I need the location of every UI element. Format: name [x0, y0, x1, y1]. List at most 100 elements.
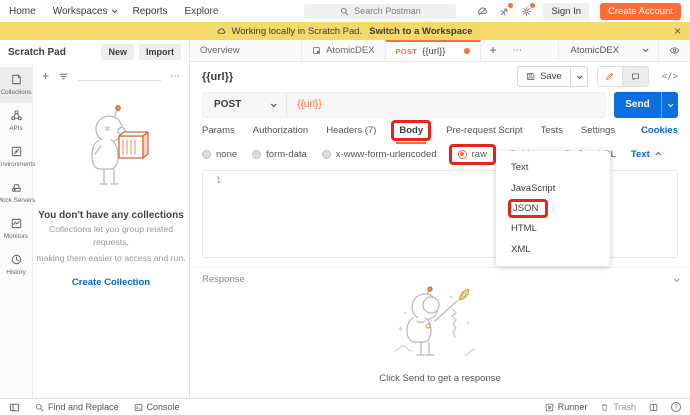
code-snippet-button[interactable]: </> [662, 72, 678, 82]
environment-selector[interactable]: AtomicDEX [559, 40, 658, 61]
new-button[interactable]: New [101, 44, 134, 60]
switch-workspace-link[interactable]: Switch to a Workspace [369, 26, 472, 37]
request-area: Overview AtomicDEX POST {{url}} + ⋯ Atom… [190, 40, 690, 398]
sidebar-item-monitors[interactable]: Monitors [0, 211, 32, 247]
nav-reports[interactable]: Reports [133, 6, 168, 17]
editor-line-number: 1 [216, 176, 221, 186]
sidebar-rail: Collections APIs Environments Mock Serve… [0, 64, 33, 398]
tab-options-button[interactable]: ⋯ [504, 40, 530, 61]
response-section-title: Response [202, 274, 245, 285]
empty-state-text: making them easier to access and run. [33, 252, 189, 265]
nav-workspaces[interactable]: Workspaces [53, 6, 116, 17]
two-pane-view-button[interactable] [649, 403, 658, 412]
runner-button[interactable]: Runner [545, 402, 588, 412]
mode-raw[interactable]: raw [452, 147, 493, 162]
sidebar: Scratch Pad New Import Collections APIs … [0, 40, 190, 398]
chevron-down-icon [111, 7, 117, 13]
banner-text: Working locally in Scratch Pad. [231, 26, 362, 37]
sidebar-item-history[interactable]: History [0, 247, 32, 283]
comments-button[interactable] [623, 67, 648, 86]
add-collection-button[interactable]: + [42, 69, 49, 83]
body-mode-row: none form-data x-www-form-urlencoded raw… [190, 144, 690, 166]
trash-icon [600, 403, 609, 412]
search-icon [340, 7, 349, 16]
tab-params[interactable]: Params [202, 125, 235, 136]
tab-request-active[interactable]: POST {{url}} [386, 40, 482, 61]
capture-requests-button[interactable] [499, 6, 510, 17]
trash-button[interactable]: Trash [600, 402, 636, 412]
help-button[interactable]: ? [671, 402, 681, 412]
pencil-icon [605, 72, 614, 81]
menu-item-text[interactable]: Text [496, 157, 610, 178]
tab-overview[interactable]: Overview [190, 40, 302, 61]
tab-tests[interactable]: Tests [541, 125, 563, 136]
search-input[interactable]: Search Postman [304, 4, 456, 19]
status-bar: Find and Replace Console Runner Trash ? [0, 398, 690, 415]
tab-method-label: POST [396, 47, 418, 56]
eye-icon [669, 45, 680, 56]
sidebar-item-mock-servers[interactable]: Mock Servers [0, 175, 32, 211]
send-button[interactable]: Send [614, 92, 678, 118]
mode-none[interactable]: none [202, 149, 237, 160]
empty-state-title: You don't have any collections [33, 210, 189, 221]
cookies-link[interactable]: Cookies [641, 125, 678, 136]
collections-panel: + ⋯ [33, 64, 189, 398]
chevron-down-icon [271, 101, 277, 107]
import-button[interactable]: Import [139, 44, 181, 60]
language-selector[interactable]: Text [631, 149, 661, 160]
edit-button[interactable] [598, 67, 623, 86]
language-dropdown-menu: Text JavaScript JSON HTML XML [496, 151, 610, 266]
mode-urlencoded[interactable]: x-www-form-urlencoded [322, 149, 437, 160]
tab-headers[interactable]: Headers (7) [326, 125, 376, 136]
chevron-down-icon [643, 47, 649, 53]
collapse-response-button[interactable] [674, 274, 678, 285]
find-and-replace-button[interactable]: Find and Replace [35, 402, 119, 412]
tab-collection[interactable]: AtomicDEX [302, 40, 386, 61]
radio-icon [252, 150, 261, 159]
menu-item-json[interactable]: JSON [511, 202, 545, 215]
tab-authorization[interactable]: Authorization [253, 125, 308, 136]
offline-cloud-button[interactable] [477, 6, 488, 17]
close-icon[interactable]: × [674, 25, 681, 37]
environment-quick-look-button[interactable] [658, 40, 690, 61]
sidebar-item-environments[interactable]: Environments [0, 139, 32, 175]
menu-item-javascript[interactable]: JavaScript [496, 178, 610, 199]
top-bar: Home Workspaces Reports Explore Search P… [0, 0, 690, 22]
method-selector[interactable]: POST [203, 93, 287, 117]
empty-state-text: Collections let you group related reques… [33, 223, 189, 250]
search-placeholder: Search Postman [354, 6, 421, 16]
more-options-icon[interactable]: ⋯ [170, 71, 180, 82]
sidebar-item-collections[interactable]: Collections [0, 67, 32, 103]
new-tab-button[interactable]: + [481, 40, 504, 61]
send-options-button[interactable] [661, 92, 678, 118]
save-button[interactable]: Save [517, 66, 588, 87]
url-input[interactable]: {{url}} [287, 93, 605, 117]
menu-item-xml[interactable]: XML [496, 239, 610, 260]
filter-icon[interactable] [58, 71, 69, 82]
create-account-button[interactable]: Create Account [600, 3, 681, 20]
nav-home[interactable]: Home [9, 6, 36, 17]
console-button[interactable]: Console [134, 402, 180, 412]
tab-pre-request-script[interactable]: Pre-request Script [446, 125, 523, 136]
console-icon [134, 403, 143, 412]
tab-body[interactable]: Body [394, 123, 428, 138]
nav-explore[interactable]: Explore [185, 6, 219, 17]
chevron-down-icon [668, 101, 674, 107]
sidebar-toggle-button[interactable] [9, 402, 20, 413]
settings-button[interactable] [521, 6, 532, 17]
sign-in-button[interactable]: Sign In [543, 3, 589, 20]
tab-request-title: {{url}} [422, 46, 445, 57]
sidebar-item-apis[interactable]: APIs [0, 103, 32, 139]
mode-form-data[interactable]: form-data [252, 149, 307, 160]
filter-input[interactable] [78, 71, 161, 81]
collections-icon [10, 73, 23, 86]
notification-dot [508, 3, 513, 8]
save-options-button[interactable] [570, 67, 587, 86]
tab-settings[interactable]: Settings [581, 125, 615, 136]
radio-icon [202, 150, 211, 159]
help-icon: ? [671, 402, 681, 412]
environments-icon [10, 145, 23, 158]
create-collection-link[interactable]: Create Collection [33, 277, 189, 288]
menu-item-html[interactable]: HTML [496, 218, 610, 239]
chevron-up-icon [655, 152, 661, 158]
